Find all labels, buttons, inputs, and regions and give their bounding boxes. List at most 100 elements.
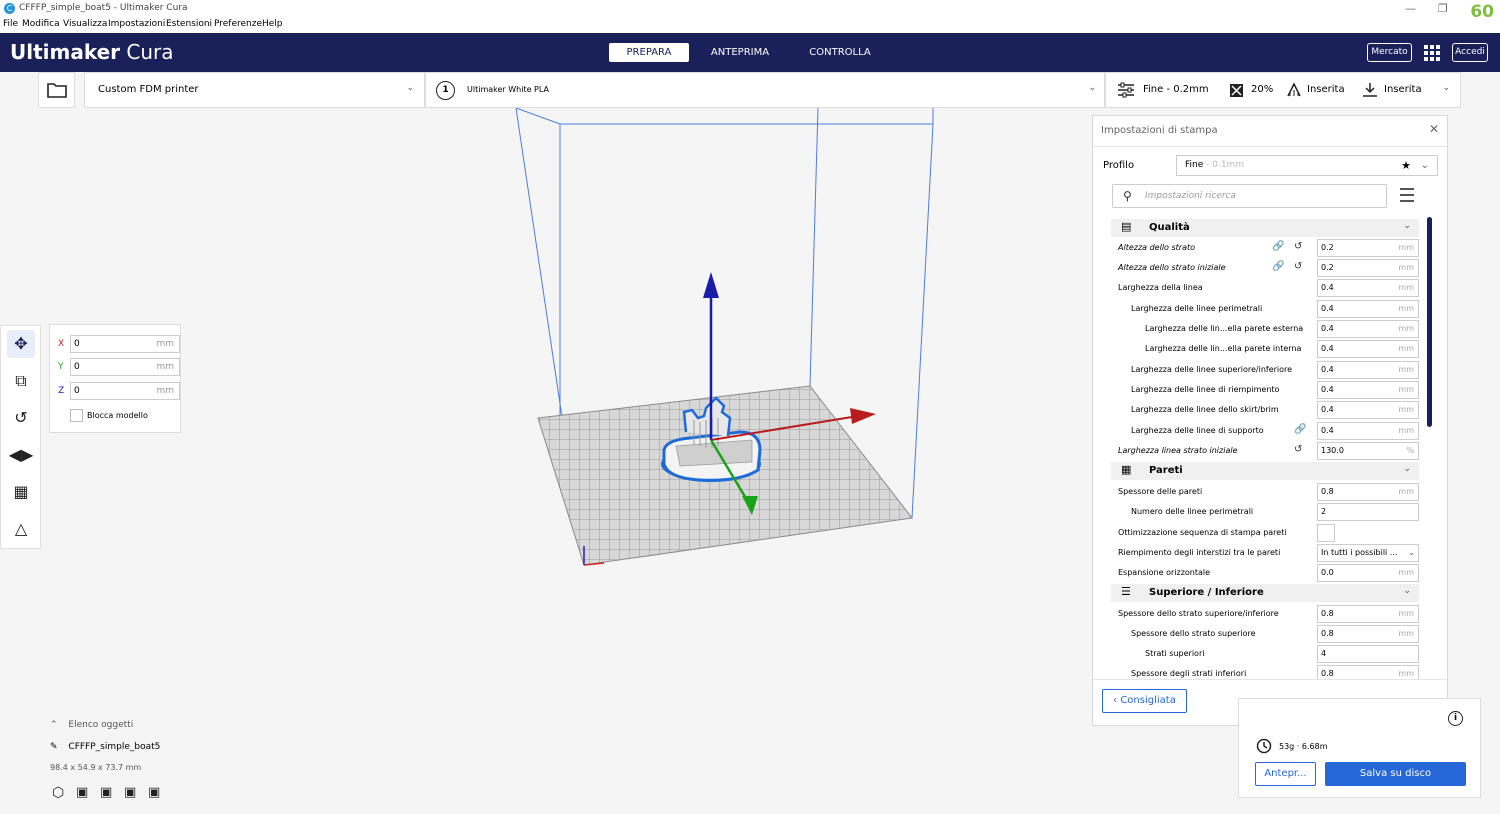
save-to-disk-button[interactable]: Salva su disco [1325,762,1466,786]
setting-top-thickness[interactable]: Spessore dello strato superiore 0.8 mm [1111,624,1419,644]
top-view-icon[interactable]: ▣ [100,785,112,800]
settings-search-input[interactable]: ⚲ Impostazioni ricerca [1112,184,1387,208]
link-icon[interactable]: 🔗 [1272,241,1284,252]
category-top-bottom[interactable]: ☰ Superiore / Inferiore ⌄ [1111,584,1419,602]
profile-dropdown[interactable]: Fine - 0.1mm ★ ⌄ [1176,155,1438,176]
link-icon[interactable]: 🔗 [1294,424,1306,435]
chevron-down-icon: ⌄ [1442,83,1450,93]
setting-value-input[interactable]: 0.4 mm [1317,361,1419,379]
setting-fill-gaps-between-walls[interactable]: Riempimento degli interstizi tra le pare… [1111,543,1419,563]
category-quality[interactable]: ▤ Qualità ⌄ [1111,219,1419,237]
object-name-row[interactable]: ✎ CFFFP_simple_boat5 [50,742,250,752]
tab-anteprima[interactable]: ANTEPRIMA [700,43,780,62]
setting-value-input[interactable]: 0.4 mm [1317,300,1419,318]
printer-selector[interactable]: Custom FDM printer ⌄ [84,72,425,108]
setting-value-input[interactable]: 2 [1317,503,1419,521]
setting-top-bottom-line-width[interactable]: Larghezza delle linee superiore/inferior… [1111,360,1419,380]
setting-value-input[interactable]: 0.8 mm [1317,605,1419,623]
setting-checkbox[interactable] [1317,524,1335,542]
front-view-icon[interactable]: ▣ [76,785,88,800]
setting-skirt-brim-line-width[interactable]: Larghezza delle linee dello skirt/brim 0.… [1111,400,1419,420]
rotate-tool-icon[interactable]: ↺ [7,404,35,432]
setting-value-input[interactable]: 0.0 mm [1317,564,1419,582]
open-file-button[interactable] [38,72,75,108]
menu-help[interactable]: Help [262,19,283,29]
left-view-icon[interactable]: ▣ [124,785,136,800]
setting-value-input[interactable]: 0.4 mm [1317,401,1419,419]
print-settings-summary[interactable]: Fine - 0.2mm 20% Inserita Inserita ⌄ [1105,72,1461,108]
setting-bottom-thickness[interactable]: Spessore degli strati inferiori 0.8 mm [1111,664,1419,679]
menu-impostazioni[interactable]: Impostazioni [108,19,165,29]
setting-value-input[interactable]: 0.4 mm [1317,320,1419,338]
setting-inner-wall-line-width[interactable]: Larghezza delle lin...ella parete intern… [1111,339,1419,359]
move-tool-icon[interactable]: ✥ [7,330,35,358]
close-icon[interactable]: ✕ [1429,122,1439,136]
reset-icon[interactable]: ↺ [1294,241,1302,252]
setting-value-dropdown[interactable]: In tutti i possibili ... ⌄ [1317,544,1419,562]
category-walls[interactable]: ▦ Pareti ⌄ [1111,462,1419,480]
setting-horizontal-expansion[interactable]: Espansione orizzontale 0.0 mm [1111,563,1419,583]
setting-initial-layer-line-width[interactable]: Larghezza linea strato iniziale ↺ 130.0% [1111,441,1419,461]
object-list-header[interactable]: ⌃ Elenco oggetti [50,720,250,730]
menu-preferenze[interactable]: Preferenze [214,19,262,29]
x-coordinate-input[interactable]: 0 mm [70,335,180,353]
recommended-mode-button[interactable]: ‹ Consigliata [1102,689,1187,713]
menu-estensioni[interactable]: Estensioni [166,19,212,29]
tab-controlla[interactable]: CONTROLLA [800,43,880,62]
setting-wall-thickness[interactable]: Spessore delle pareti 0.8 mm [1111,482,1419,502]
marketplace-button[interactable]: Mercato [1367,43,1412,62]
link-icon[interactable]: 🔗 [1272,261,1284,272]
menu-visualizza[interactable]: Visualizza [63,19,107,29]
setting-value-input[interactable]: 0.4 mm [1317,422,1419,440]
search-icon: ⚲ [1123,189,1132,203]
tab-prepara[interactable]: PREPARA [609,43,689,62]
star-icon: ★ [1401,159,1411,172]
info-icon[interactable]: i [1448,711,1463,726]
menu-modifica[interactable]: Modifica [22,19,60,29]
setting-value-input[interactable]: 0.8 mm [1317,483,1419,501]
menu-file[interactable]: File [3,19,18,29]
login-button[interactable]: Accedi [1452,43,1488,62]
3d-view-icon[interactable]: ⬡ [52,785,64,801]
scale-tool-icon[interactable]: ⧉ [7,367,35,395]
lock-model-checkbox[interactable] [70,409,83,422]
maximize-button[interactable]: ❐ [1438,2,1448,15]
setting-initial-layer-height[interactable]: Altezza dello strato iniziale 🔗 ↺ 0.2 mm [1111,258,1419,278]
per-model-settings-icon[interactable]: ▦ [7,478,35,506]
material-selector[interactable]: 1 Ultimaker White PLA ⌄ [425,72,1105,108]
support-blocker-icon[interactable]: △ [7,515,35,543]
mirror-tool-icon[interactable]: ◀▶ [7,441,35,469]
setting-top-layers[interactable]: Strati superiori 4 [1111,644,1419,664]
setting-value-input[interactable]: 0.4 mm [1317,279,1419,297]
setting-value-input[interactable]: 130.0% [1317,442,1419,460]
setting-value-input[interactable]: 0.4 mm [1317,340,1419,358]
setting-top-bottom-thickness[interactable]: Spessore dello strato superiore/inferior… [1111,604,1419,624]
setting-outer-wall-line-width[interactable]: Larghezza delle lin...ella parete estern… [1111,319,1419,339]
preview-button[interactable]: Antepr... [1255,762,1316,786]
settings-scrollbar[interactable] [1427,217,1432,427]
setting-line-width[interactable]: Larghezza della linea 0.4 mm [1111,278,1419,298]
reset-icon[interactable]: ↺ [1294,444,1302,455]
y-coordinate-input[interactable]: 0 mm [70,358,180,376]
profile-label: Profilo [1103,160,1135,171]
apps-grid-icon[interactable] [1424,45,1440,61]
z-coordinate-input[interactable]: 0 mm [70,382,180,400]
setting-infill-line-width[interactable]: Larghezza delle linee di riempimento 0.4 m… [1111,380,1419,400]
setting-support-line-width[interactable]: Larghezza delle linee di supporto 🔗 0.4 mm [1111,421,1419,441]
setting-value-input[interactable]: 0.8 mm [1317,665,1419,679]
setting-wall-line-width[interactable]: Larghezza delle linee perimetrali 0.4 mm [1111,299,1419,319]
panel-title: Impostazioni di stampa [1101,125,1218,136]
reset-icon[interactable]: ↺ [1294,261,1302,272]
minimize-button[interactable]: — [1405,2,1416,15]
setting-value-input[interactable]: 0.8 mm [1317,625,1419,643]
setting-value-input[interactable]: 0.2 mm [1317,239,1419,257]
setting-optimize-wall-order[interactable]: Ottimizzazione sequenza di stampa pareti [1111,523,1419,543]
setting-value-input[interactable]: 0.2 mm [1317,259,1419,277]
window-title: CFFFP_simple_boat5 - Ultimaker Cura [19,3,188,13]
settings-visibility-menu-icon[interactable] [1400,188,1414,202]
setting-wall-line-count[interactable]: Numero delle linee perimetrali 2 [1111,502,1419,522]
setting-layer-height[interactable]: Altezza dello strato 🔗 ↺ 0.2 mm [1111,238,1419,258]
setting-value-input[interactable]: 4 [1317,645,1419,663]
setting-value-input[interactable]: 0.4 mm [1317,381,1419,399]
right-view-icon[interactable]: ▣ [148,785,160,800]
